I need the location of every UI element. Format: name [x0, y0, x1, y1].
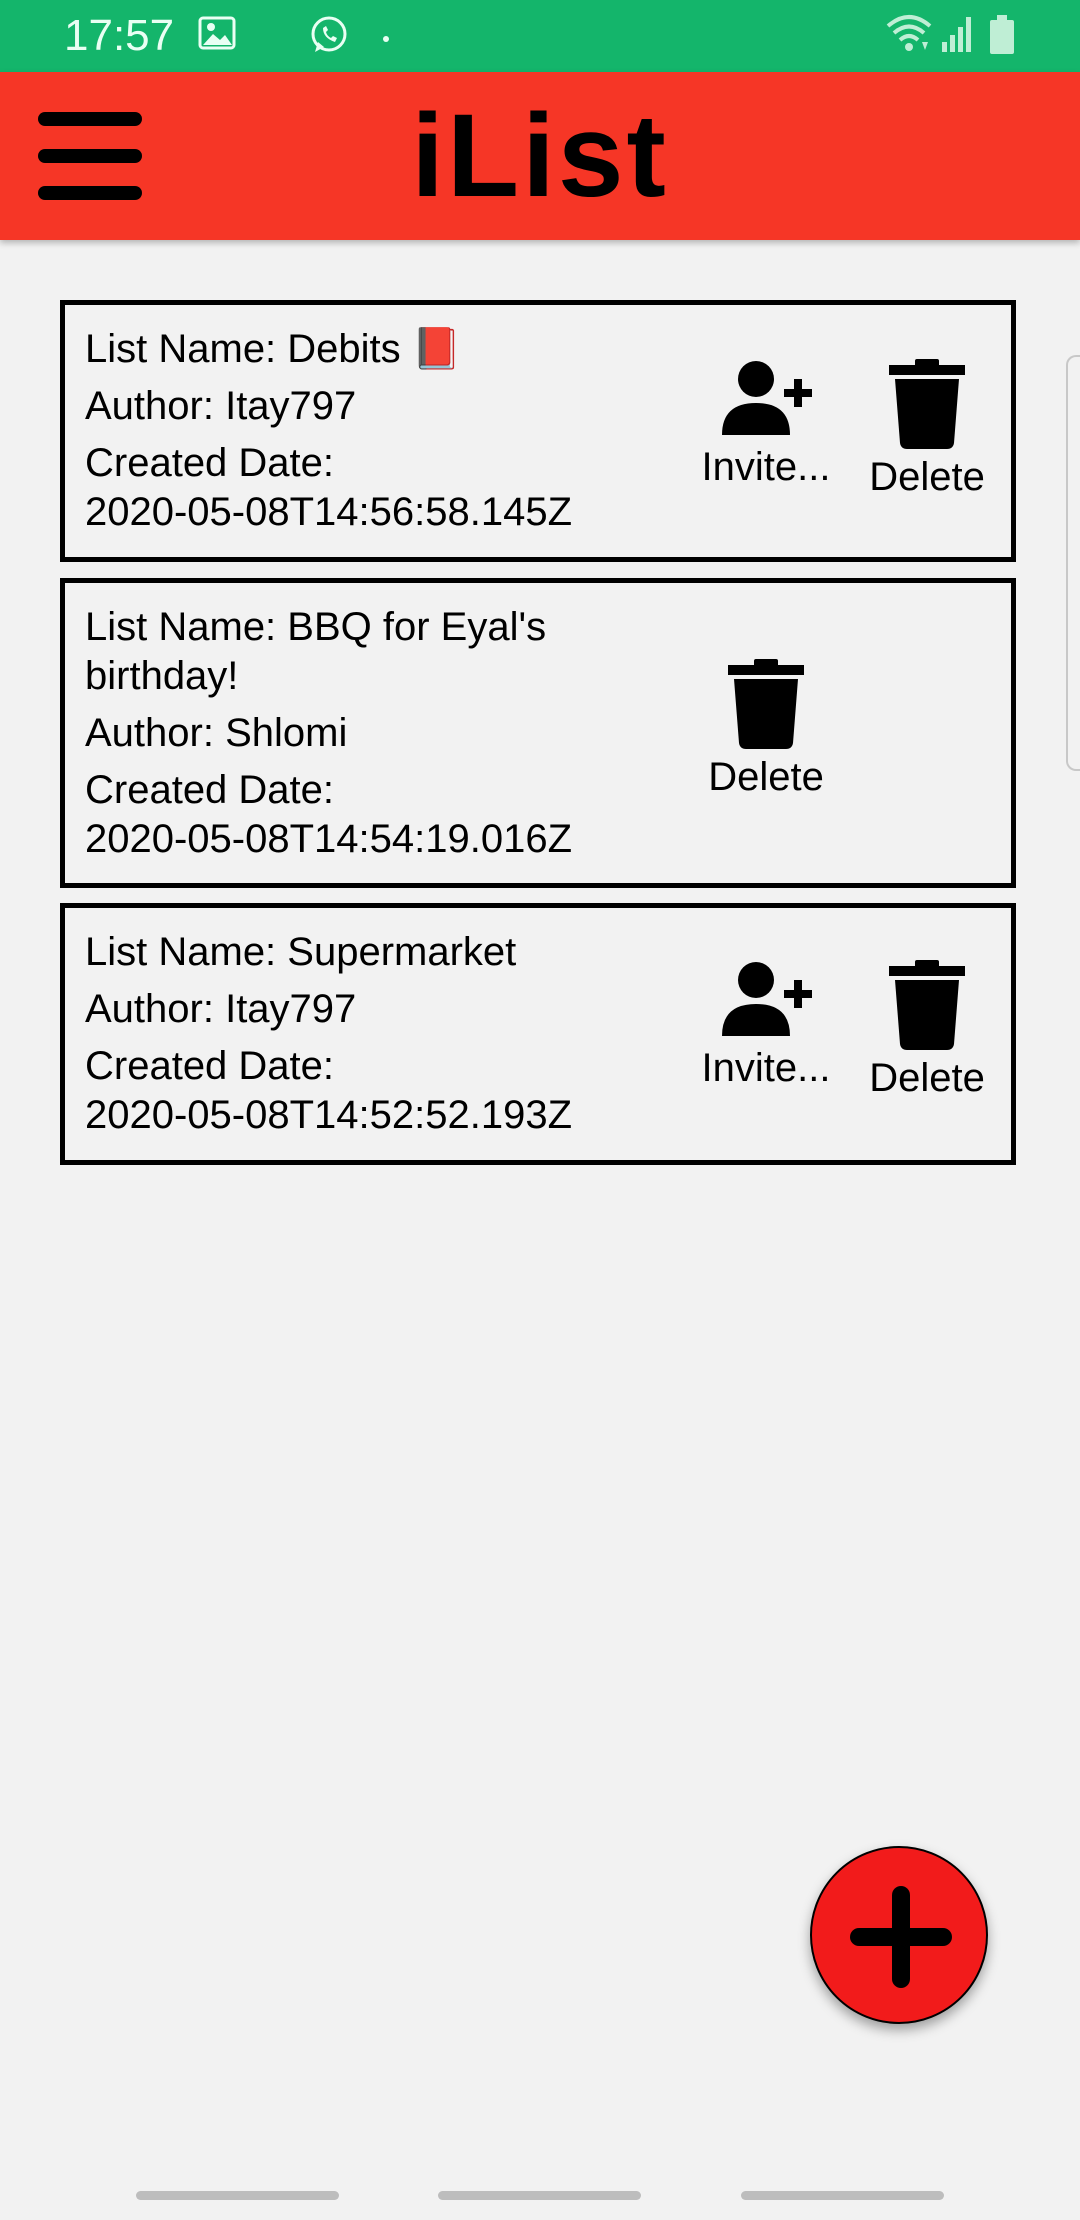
delete-button[interactable]: Delete	[691, 659, 841, 801]
delete-label: Delete	[708, 755, 824, 799]
invite-button[interactable]: Invite...	[691, 960, 841, 1092]
created-date-value: 2020-05-08T14:52:52.193Z	[85, 1093, 573, 1137]
delete-label: Delete	[869, 1056, 985, 1100]
user-plus-icon	[691, 960, 841, 1040]
list-author: Author: Itay797	[85, 987, 357, 1031]
signal-icon	[940, 14, 976, 59]
drawer-edge-handle[interactable]	[1066, 355, 1080, 771]
whatsapp-icon	[308, 14, 350, 61]
app-title: iList	[411, 90, 669, 222]
battery-icon	[988, 14, 1016, 61]
created-date-label: Created Date:	[85, 1044, 335, 1088]
trash-icon	[691, 659, 841, 749]
list-info: List Name: Debits 📕 Author: Itay797 Crea…	[85, 325, 685, 537]
gesture-bar-center	[438, 2191, 641, 2200]
created-date-label: Created Date:	[85, 441, 335, 485]
gesture-bar-left	[136, 2191, 339, 2200]
status-bar: 17:57	[0, 0, 1080, 72]
list-card[interactable]: List Name: Debits 📕 Author: Itay797 Crea…	[60, 300, 1016, 562]
trash-icon	[852, 359, 1002, 449]
gesture-bar-right	[741, 2191, 944, 2200]
list-name: List Name: BBQ for Eyal's birthday!	[85, 605, 547, 698]
created-date-value: 2020-05-08T14:54:19.016Z	[85, 817, 573, 861]
created-date-value: 2020-05-08T14:56:58.145Z	[85, 490, 573, 534]
trash-icon	[852, 960, 1002, 1050]
delete-label: Delete	[869, 455, 985, 499]
list-author: Author: Itay797	[85, 384, 357, 428]
app-bar: iList	[0, 72, 1080, 240]
list-author: Author: Shlomi	[85, 711, 348, 755]
wifi-icon	[884, 12, 934, 61]
list-name: List Name: Supermarket	[85, 930, 517, 974]
gallery-icon	[198, 14, 236, 57]
list-name: List Name: Debits 📕	[85, 327, 462, 371]
invite-label: Invite...	[701, 1046, 831, 1090]
invite-button[interactable]: Invite...	[691, 359, 841, 491]
created-date-label: Created Date:	[85, 768, 335, 812]
user-plus-icon	[691, 359, 841, 439]
list-card[interactable]: List Name: BBQ for Eyal's birthday! Auth…	[60, 578, 1016, 888]
delete-button[interactable]: Delete	[852, 960, 1002, 1102]
list-info: List Name: BBQ for Eyal's birthday! Auth…	[85, 603, 625, 864]
add-list-fab[interactable]	[810, 1846, 988, 2024]
list-info: List Name: Supermarket Author: Itay797 C…	[85, 928, 685, 1140]
status-time: 17:57	[64, 11, 175, 60]
list-card[interactable]: List Name: Supermarket Author: Itay797 C…	[60, 903, 1016, 1165]
notification-dot-icon	[382, 30, 390, 48]
invite-label: Invite...	[701, 445, 831, 489]
delete-button[interactable]: Delete	[852, 359, 1002, 501]
